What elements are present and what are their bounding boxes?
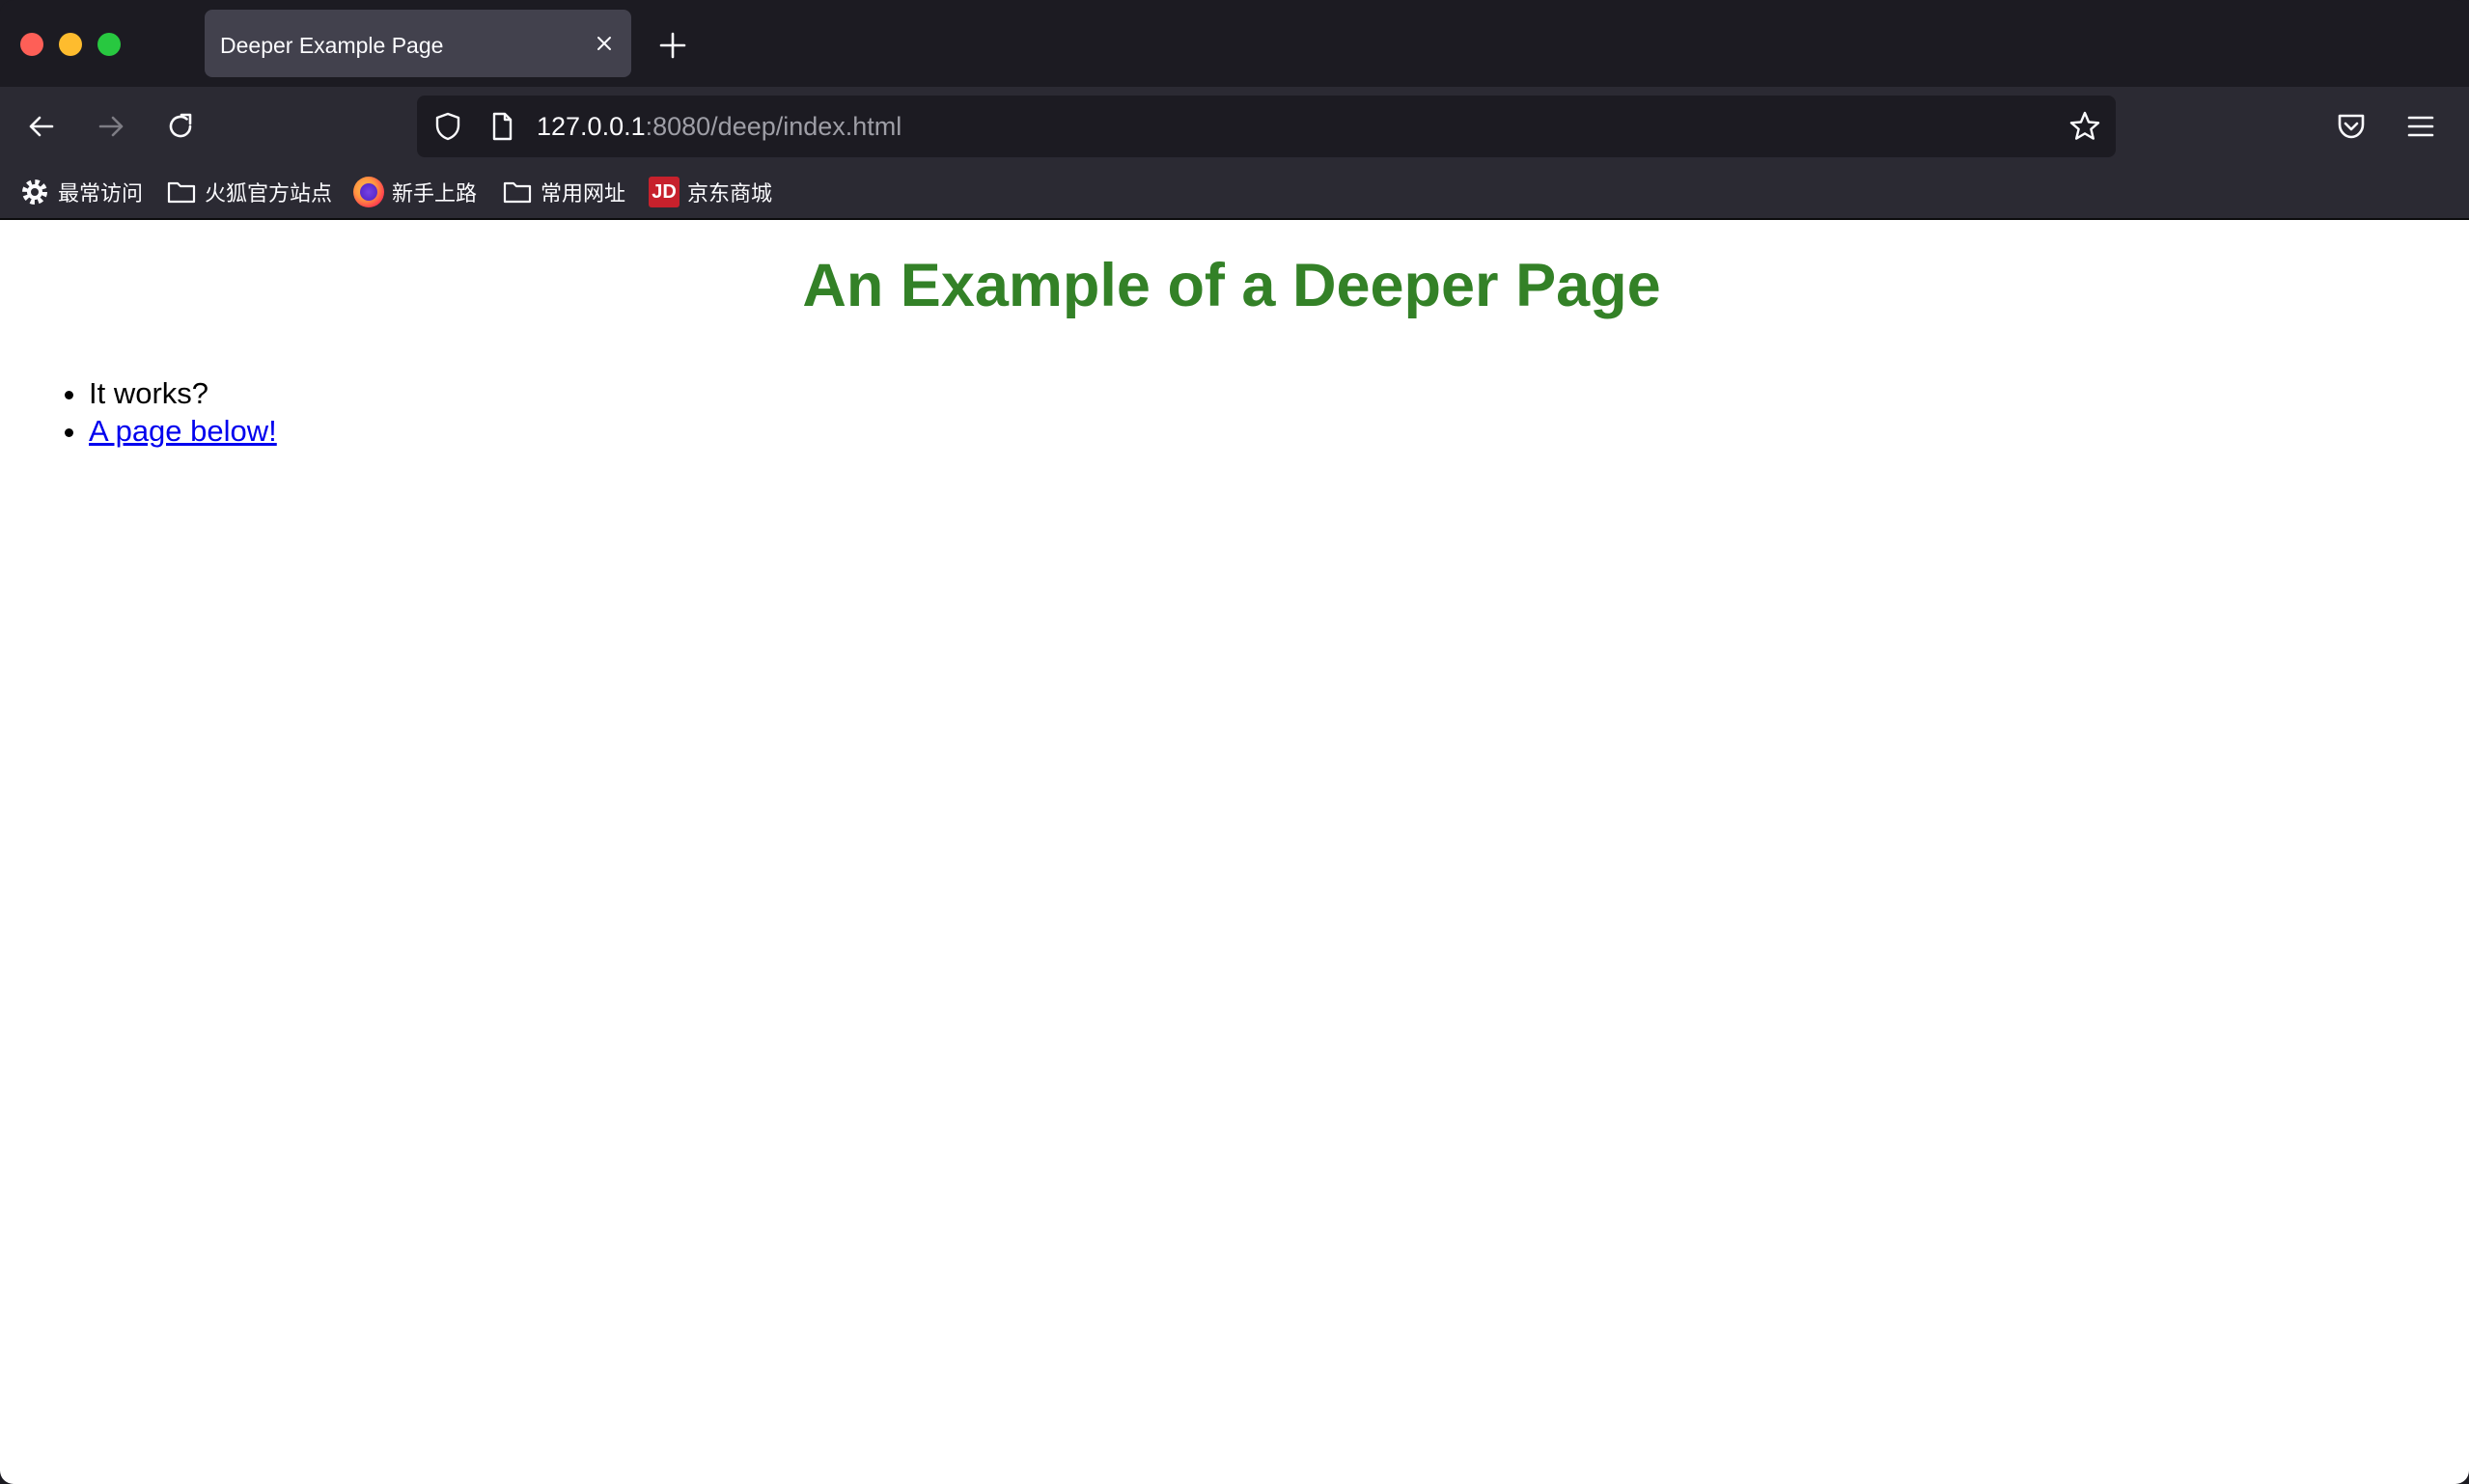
minimize-window-button[interactable] (59, 33, 82, 56)
tab-strip: Deeper Example Page (0, 0, 2469, 87)
bookmark-label: 京东商城 (687, 181, 773, 206)
page-info-icon[interactable] (485, 109, 519, 144)
bookmark-common-sites[interactable]: 常用网址 (502, 166, 625, 218)
shield-icon[interactable] (430, 109, 465, 144)
list-item-text: It works? (89, 376, 209, 410)
bookmark-getting-started[interactable]: 新手上路 (353, 166, 477, 218)
back-icon[interactable] (21, 106, 62, 147)
bookmark-star-icon[interactable] (2067, 109, 2102, 144)
tab-active[interactable]: Deeper Example Page (205, 10, 631, 77)
close-window-button[interactable] (20, 33, 43, 56)
bookmark-most-visited[interactable]: 最常访问 (19, 166, 143, 218)
bookmark-label: 新手上路 (392, 181, 478, 206)
menu-icon[interactable] (2401, 107, 2440, 146)
bookmark-label: 最常访问 (58, 181, 144, 206)
bookmark-jd[interactable]: JD 京东商城 (649, 166, 772, 218)
bookmark-label: 常用网址 (541, 181, 626, 206)
forward-icon[interactable] (91, 106, 131, 147)
new-tab-icon[interactable] (656, 29, 689, 62)
browser-window: Deeper Example Page 127.0.0.1:8080/deep/… (0, 0, 2469, 1484)
reload-icon[interactable] (160, 106, 201, 147)
folder-icon (167, 181, 196, 204)
list-item: It works? (89, 374, 277, 412)
url-text[interactable]: 127.0.0.1:8080/deep/index.html (537, 96, 902, 157)
close-tab-icon[interactable] (591, 30, 618, 57)
url-host: 127.0.0.1 (537, 112, 646, 141)
list-item: A page below! (89, 412, 277, 450)
gear-icon (22, 179, 47, 205)
zoom-window-button[interactable] (97, 33, 121, 56)
page-title: An Example of a Deeper Page (802, 252, 1661, 319)
page-content: An Example of a Deeper Page It works? A … (0, 220, 2469, 1484)
firefox-logo-icon (353, 177, 384, 207)
navigation-toolbar: 127.0.0.1:8080/deep/index.html (0, 87, 2469, 166)
bookmark-label: 火狐官方站点 (205, 181, 333, 206)
content-list: It works? A page below! (89, 374, 277, 450)
bookmark-firefox-sites[interactable]: 火狐官方站点 (166, 166, 332, 218)
folder-icon (503, 181, 532, 204)
pocket-icon[interactable] (2332, 107, 2371, 146)
url-path: :8080/deep/index.html (645, 112, 902, 141)
bookmarks-toolbar: 最常访问 火狐官方站点 新手上路 常用网址 JD 京东商城 (0, 166, 2469, 220)
tab-title: Deeper Example Page (220, 33, 444, 58)
url-bar[interactable]: 127.0.0.1:8080/deep/index.html (417, 96, 2116, 157)
jd-logo-icon: JD (649, 177, 680, 207)
page-below-link[interactable]: A page below! (89, 414, 277, 448)
